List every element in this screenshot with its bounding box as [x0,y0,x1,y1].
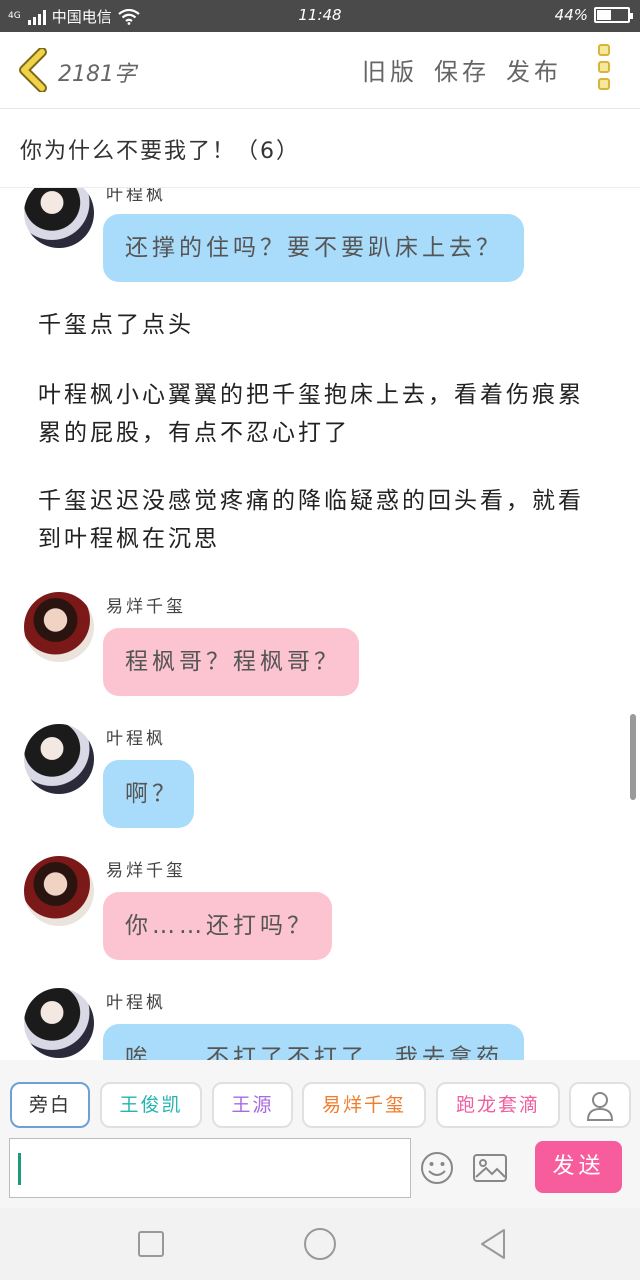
character-chip[interactable]: 易烊千玺 [302,1082,426,1128]
speaker-name: 易烊千玺 [106,597,186,617]
narration-text[interactable]: 千玺点了点头 [38,306,598,344]
chat-bubble[interactable]: 啊？ [103,760,194,828]
character-chip-narrator[interactable]: 旁白 [10,1082,90,1128]
app-header: 2181字 旧版 保存 发布 [0,32,640,109]
chat-bubble[interactable]: 唉……不打了不打了，我去拿药 [103,1024,524,1060]
chat-bubble[interactable]: 程枫哥？程枫哥？ [103,628,359,696]
chat-bubble[interactable]: 还撑的住吗？要不要趴床上去？ [103,214,524,282]
battery-percent: 44% [554,6,588,24]
emoji-icon[interactable] [420,1151,454,1185]
avatar [24,592,94,662]
image-icon[interactable] [472,1152,508,1184]
avatar [24,724,94,794]
speaker-name: 叶程枫 [106,188,166,205]
composer-panel: 旁白 王俊凯 王源 易烊千玺 跑龙套滴 发送 [0,1060,640,1208]
battery-icon [594,7,633,23]
speaker-name: 易烊千玺 [106,861,186,881]
back-chevron-icon[interactable] [14,48,54,92]
narration-text[interactable]: 千玺迟迟没感觉疼痛的降临疑惑的回头看，就看到叶程枫在沉思 [38,482,598,558]
word-count: 2181字 [58,62,136,87]
chapter-title[interactable]: 你为什么不要我了！（6） [20,133,300,165]
character-chip[interactable]: 王俊凯 [100,1082,202,1128]
recent-apps-icon[interactable] [137,1230,165,1258]
avatar [24,988,94,1058]
scrollbar[interactable] [630,714,636,800]
publish-button[interactable]: 发布 [506,52,562,87]
status-bar: 4G 中国电信 11:48 44% [0,0,640,32]
speaker-name: 叶程枫 [106,729,166,749]
user-icon[interactable] [569,1082,631,1128]
text-cursor [18,1153,21,1185]
more-menu-icon[interactable] [594,44,614,96]
battery-fill [597,10,612,20]
narration-text[interactable]: 叶程枫小心翼翼的把千玺抱床上去，看着伤痕累累的屁股，有点不忍心打了 [38,376,598,452]
old-version-button[interactable]: 旧版 [362,52,418,87]
save-button[interactable]: 保存 [434,52,490,87]
status-right: 44% [554,6,633,24]
character-chip[interactable]: 跑龙套滴 [436,1082,560,1128]
system-nav-bar [0,1208,640,1280]
back-icon[interactable] [478,1227,508,1261]
message-input-box[interactable] [9,1138,411,1198]
clock: 11:48 [298,6,342,24]
send-button[interactable]: 发送 [535,1141,622,1193]
message-input[interactable] [10,1139,410,1197]
story-content[interactable]: 叶程枫 还撑的住吗？要不要趴床上去？ 千玺点了点头 叶程枫小心翼翼的把千玺抱床上… [0,188,640,1060]
avatar [24,856,94,926]
avatar [24,188,94,248]
speaker-name: 叶程枫 [106,993,166,1013]
character-chip[interactable]: 王源 [212,1082,293,1128]
chat-bubble[interactable]: 你……还打吗？ [103,892,332,960]
home-icon[interactable] [302,1226,338,1262]
chapter-title-bar: 你为什么不要我了！（6） [0,109,640,188]
